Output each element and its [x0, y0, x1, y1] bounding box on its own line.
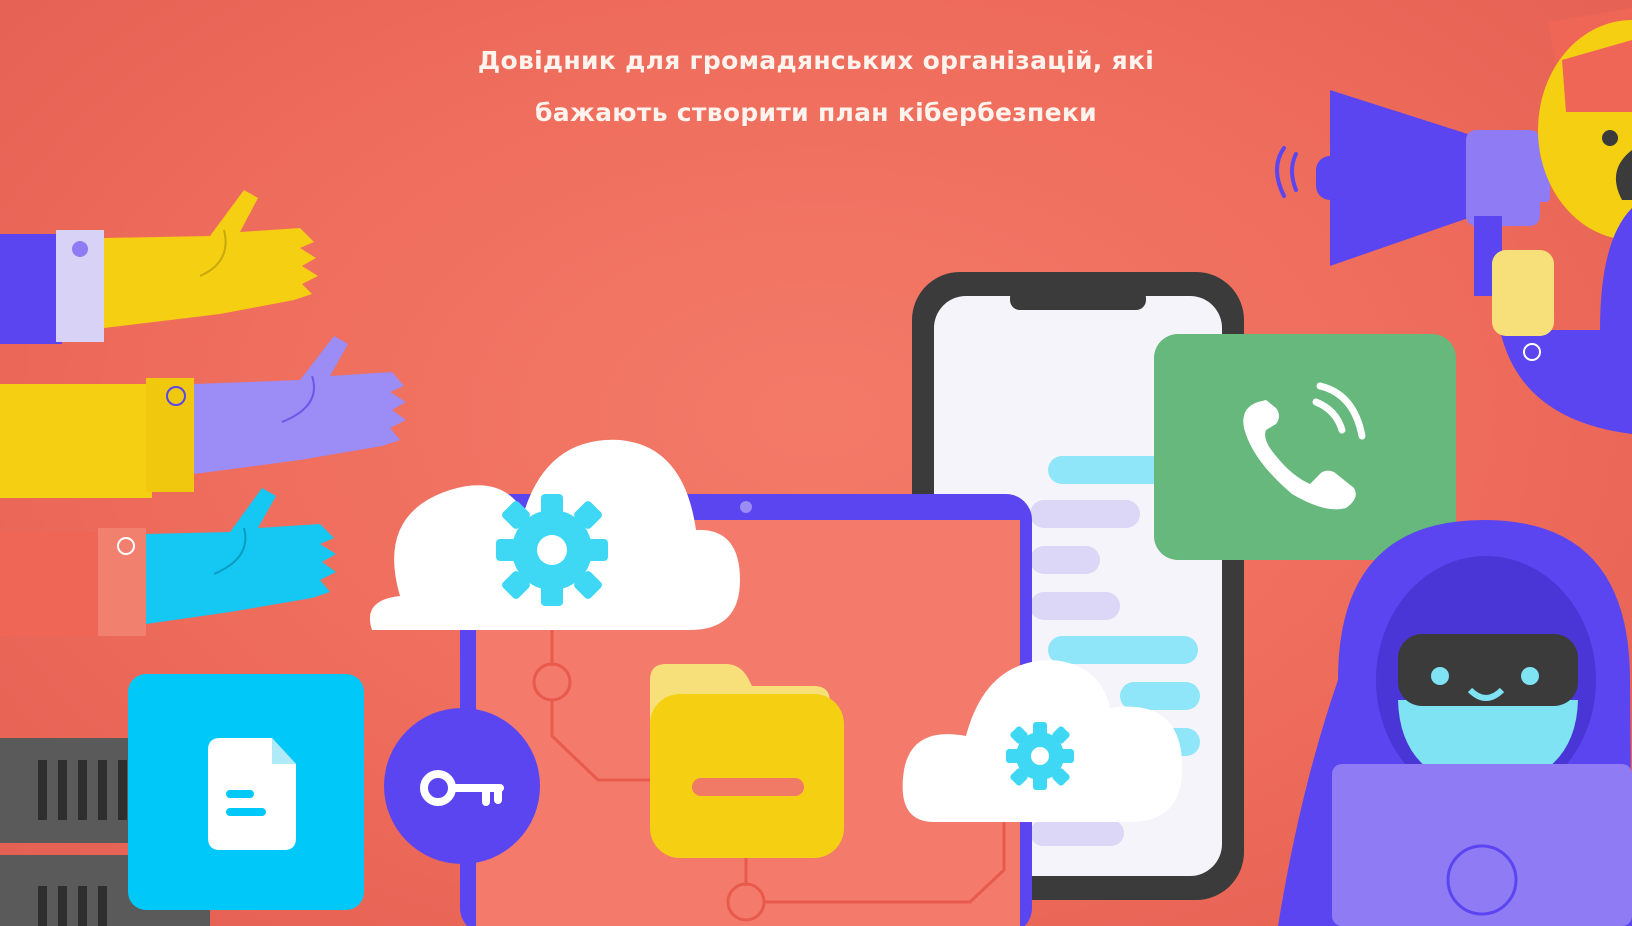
phone-call-icon	[1154, 334, 1456, 560]
key-icon	[384, 708, 540, 864]
scene-illustration	[0, 8, 1632, 926]
hand-cyan-icon	[0, 488, 336, 636]
folder-icon	[650, 664, 844, 858]
headline-line-2: бажають створити план кібербезпеки	[535, 98, 1097, 127]
document-icon	[128, 674, 364, 910]
hand-yellow-icon	[0, 190, 318, 344]
illustration-canvas: Довідник для громадянських організацій, …	[0, 0, 1632, 926]
cloud-gear-icon	[369, 439, 740, 630]
laptop-icon	[1332, 764, 1632, 926]
headline-line-1: Довідник для громадянських організацій, …	[477, 46, 1155, 75]
hand-lavender-icon	[0, 336, 406, 498]
